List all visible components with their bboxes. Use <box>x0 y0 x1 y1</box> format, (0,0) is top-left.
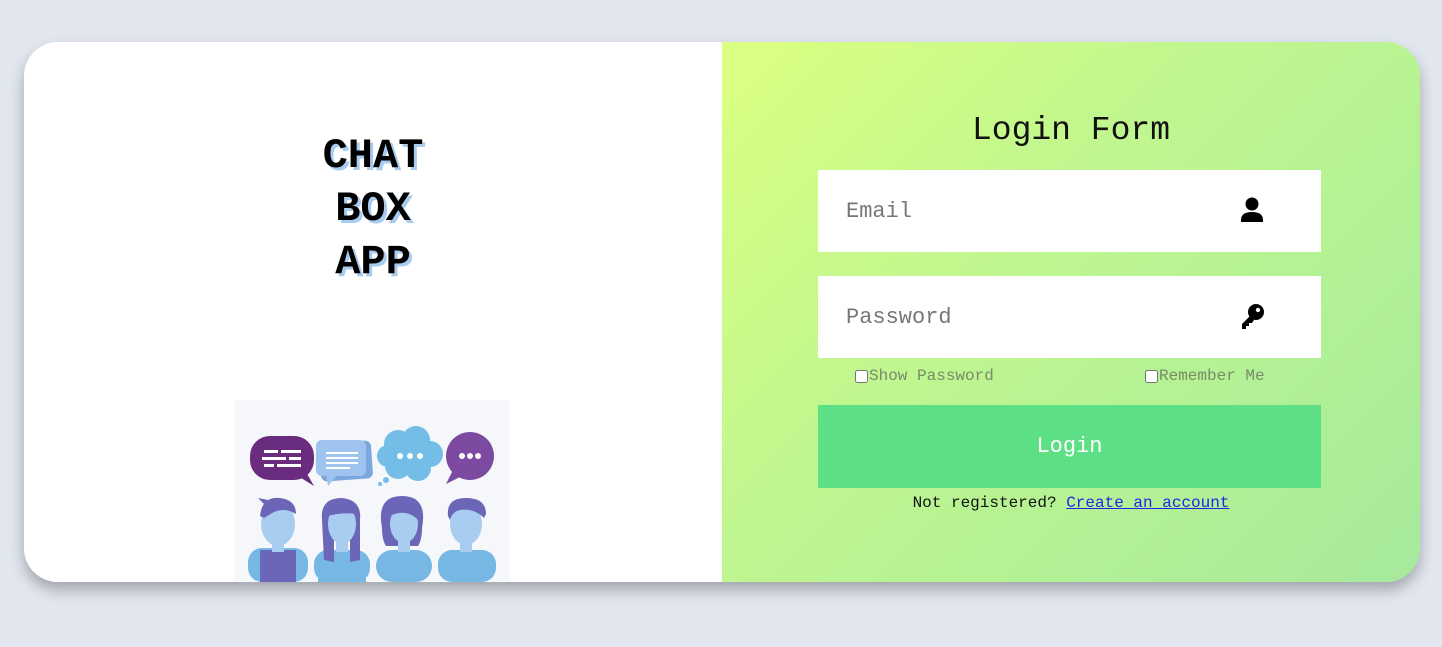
app-title: CHAT BOX APP <box>24 130 722 289</box>
show-password-label: Show Password <box>869 367 994 385</box>
remember-me-checkbox[interactable] <box>1145 369 1158 383</box>
person-avatar-icon <box>438 498 496 582</box>
message-bubble-icon <box>316 440 373 486</box>
show-password-checkbox[interactable] <box>855 369 868 383</box>
person-avatar-icon <box>314 498 370 582</box>
show-password-option[interactable]: Show Password <box>855 367 994 385</box>
login-button[interactable]: Login <box>818 405 1321 488</box>
register-prompt-text: Not registered? <box>912 494 1057 512</box>
password-input[interactable] <box>846 276 1226 358</box>
email-field-container <box>818 170 1321 252</box>
app-title-line-1: CHAT <box>322 132 424 180</box>
person-avatar-icon <box>376 496 432 582</box>
chat-people-illustration <box>234 400 510 582</box>
speech-bubble-icon <box>250 436 314 486</box>
user-icon <box>1238 196 1266 226</box>
login-panel: Login Form Show <box>722 42 1420 582</box>
thought-bubble-icon <box>377 426 443 486</box>
chat-dots-icon <box>446 432 494 484</box>
app-title-line-2: BOX <box>335 185 411 233</box>
brand-panel: CHAT BOX APP <box>24 42 722 582</box>
remember-me-option[interactable]: Remember Me <box>1145 367 1265 385</box>
key-icon <box>1238 302 1266 332</box>
person-avatar-icon <box>248 497 308 582</box>
remember-me-label: Remember Me <box>1159 367 1265 385</box>
login-card: CHAT BOX APP Login Form Email Show Passw… <box>24 42 1420 582</box>
app-title-line-3: APP <box>335 238 411 286</box>
register-prompt: Not registered? Create an account <box>722 494 1420 512</box>
password-field-container <box>818 276 1321 358</box>
login-options: Show Password Remember Me <box>818 367 1321 387</box>
login-form-title: Login Form <box>971 112 1171 149</box>
create-account-link[interactable]: Create an account <box>1066 494 1229 512</box>
email-input[interactable] <box>846 170 1226 252</box>
